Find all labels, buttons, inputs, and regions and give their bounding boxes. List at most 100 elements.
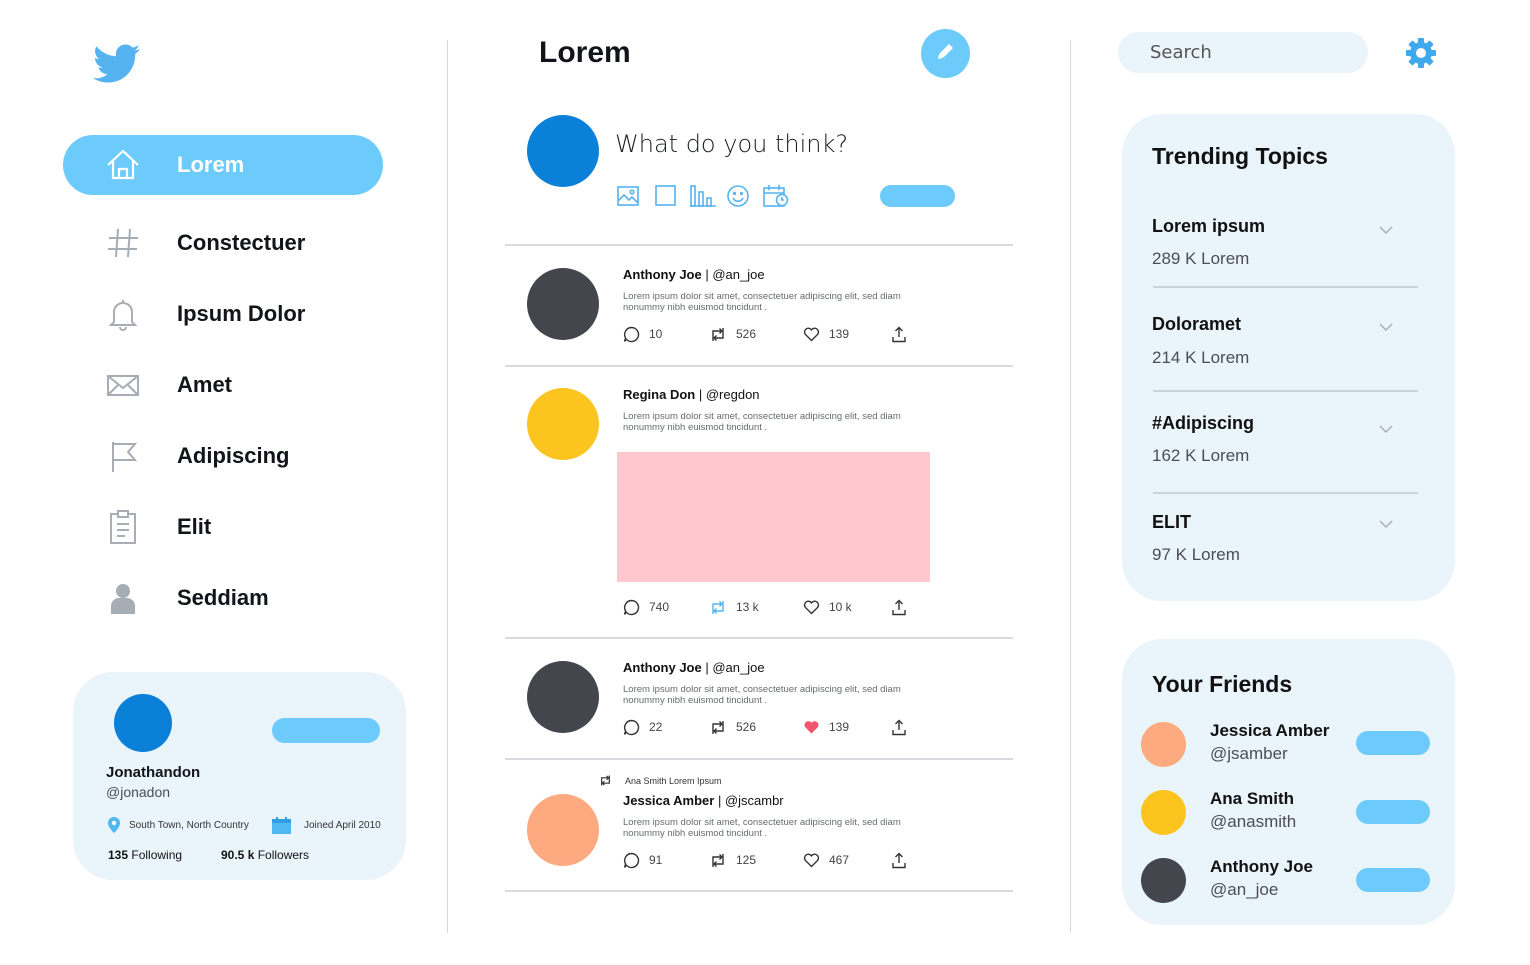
friend-handle: @jsamber <box>1210 744 1288 763</box>
follow-button[interactable] <box>1356 868 1430 892</box>
followers-count: 90.5 k <box>221 848 255 862</box>
avatar[interactable] <box>527 661 599 733</box>
gif-frame-icon[interactable] <box>653 184 677 208</box>
tweet-author-handle[interactable]: | @jscambr <box>718 793 784 808</box>
gear-icon[interactable] <box>1404 36 1438 70</box>
like-action[interactable]: 139 <box>803 325 849 343</box>
sidebar-item-adipiscing[interactable]: Adipiscing <box>63 426 383 486</box>
retweet-count: 526 <box>736 327 757 341</box>
retweet-action[interactable]: 125 <box>709 851 756 869</box>
retweet-icon <box>712 720 724 734</box>
compose-input[interactable] <box>615 130 915 158</box>
share-icon[interactable] <box>891 851 916 869</box>
tweet-media-image[interactable] <box>617 452 930 582</box>
friend-handle: @anasmith <box>1210 812 1297 831</box>
friend-name[interactable]: Anthony Joe <box>1210 857 1313 877</box>
trend-name[interactable]: Lorem ipsum <box>1152 216 1265 237</box>
follow-button[interactable] <box>1356 800 1430 824</box>
divider <box>505 758 1013 760</box>
profile-location: South Town, North Country <box>129 820 249 831</box>
emoji-icon[interactable] <box>726 184 750 208</box>
sidebar-item-constectuer[interactable]: Constectuer <box>63 213 383 273</box>
chevron-down-icon[interactable] <box>1378 421 1394 433</box>
reply-count: 91 <box>649 853 663 867</box>
share-icon[interactable] <box>891 325 916 343</box>
tweet-header: Jessica Amber | @jscambr <box>623 793 784 808</box>
post-button[interactable] <box>880 185 955 207</box>
following-stat[interactable]: 135 Following <box>108 848 182 862</box>
avatar[interactable] <box>527 268 599 340</box>
like-action[interactable]: 467 <box>803 851 849 869</box>
friend-name[interactable]: Ana Smith <box>1210 789 1294 809</box>
profile-action-button[interactable] <box>272 718 380 743</box>
retweet-action[interactable]: 13 k <box>709 598 759 616</box>
comment-icon <box>623 719 640 735</box>
trend-name[interactable]: #Adipiscing <box>1152 413 1254 434</box>
retweet-action[interactable]: 526 <box>709 718 756 736</box>
twitter-bird-logo-icon[interactable] <box>92 40 144 92</box>
avatar[interactable] <box>1141 790 1186 835</box>
reply-action[interactable]: 740 <box>623 598 669 616</box>
following-label: Following <box>128 848 183 862</box>
avatar[interactable] <box>527 388 599 460</box>
tweet-author-name[interactable]: Jessica Amber <box>623 793 714 808</box>
sidebar-item-label: Amet <box>177 372 233 397</box>
followers-stat[interactable]: 90.5 k Followers <box>221 848 309 862</box>
trend-name[interactable]: Doloramet <box>1152 314 1241 335</box>
avatar[interactable] <box>114 694 172 752</box>
compose-button[interactable] <box>921 29 970 78</box>
avatar[interactable] <box>527 794 599 866</box>
divider <box>1153 286 1418 288</box>
tweet-author-handle[interactable]: | @an_joe <box>705 267 764 282</box>
friend-name[interactable]: Jessica Amber <box>1210 721 1329 741</box>
trend-name[interactable]: ELIT <box>1152 512 1191 533</box>
chevron-down-icon[interactable] <box>1378 222 1394 234</box>
retweet-action[interactable]: 526 <box>709 325 756 343</box>
follow-button[interactable] <box>1356 731 1430 755</box>
like-action[interactable]: 139 <box>803 718 849 736</box>
divider <box>505 890 1013 892</box>
tweet-author-name[interactable]: Regina Don <box>623 387 695 402</box>
avatar[interactable] <box>1141 858 1186 903</box>
following-count: 135 <box>108 848 129 862</box>
reply-action[interactable]: 91 <box>623 851 662 869</box>
sidebar-item-elit[interactable]: Elit <box>63 497 383 557</box>
chevron-down-icon[interactable] <box>1378 516 1394 528</box>
sidebar-item-label: Elit <box>177 514 212 539</box>
bell-icon <box>105 296 141 332</box>
hashtag-icon <box>105 225 141 261</box>
tweet-author-name[interactable]: Anthony Joe <box>623 660 702 675</box>
share-icon[interactable] <box>891 718 916 736</box>
sidebar-item-label: Seddiam <box>177 585 269 610</box>
like-count: 467 <box>829 853 850 867</box>
comment-icon <box>623 599 640 615</box>
retweet-icon <box>601 775 610 786</box>
reply-count: 22 <box>649 720 663 734</box>
retweet-note-text[interactable]: Ana Smith Lorem Ipsum <box>625 776 722 786</box>
chevron-down-icon[interactable] <box>1378 319 1394 331</box>
image-icon[interactable] <box>616 184 640 208</box>
sidebar-item-seddiam[interactable]: Seddiam <box>63 568 383 628</box>
profile-joined: Joined April 2010 <box>304 820 381 831</box>
reply-action[interactable]: 22 <box>623 718 662 736</box>
avatar[interactable] <box>527 115 599 187</box>
sidebar-item-ipsum-dolor[interactable]: Ipsum Dolor <box>63 284 383 344</box>
sidebar-item-label: Constectuer <box>177 230 306 255</box>
sidebar-item-amet[interactable]: Amet <box>63 355 383 415</box>
schedule-icon[interactable] <box>762 184 790 208</box>
sidebar-item-lorem[interactable]: Lorem <box>63 135 383 195</box>
poll-icon[interactable] <box>689 184 717 208</box>
like-action[interactable]: 10 k <box>803 598 852 616</box>
tweet-author-name[interactable]: Anthony Joe <box>623 267 702 282</box>
avatar[interactable] <box>1141 722 1186 767</box>
divider <box>505 637 1013 639</box>
search-input[interactable] <box>1118 32 1368 73</box>
share-icon[interactable] <box>891 598 916 616</box>
tweet-author-handle[interactable]: | @an_joe <box>705 660 764 675</box>
heart-icon <box>803 600 820 615</box>
divider <box>505 365 1013 367</box>
sidebar-item-label: Lorem <box>177 152 245 177</box>
reply-action[interactable]: 10 <box>623 325 662 343</box>
friends-title: Your Friends <box>1152 671 1293 697</box>
tweet-author-handle[interactable]: | @regdon <box>699 387 760 402</box>
